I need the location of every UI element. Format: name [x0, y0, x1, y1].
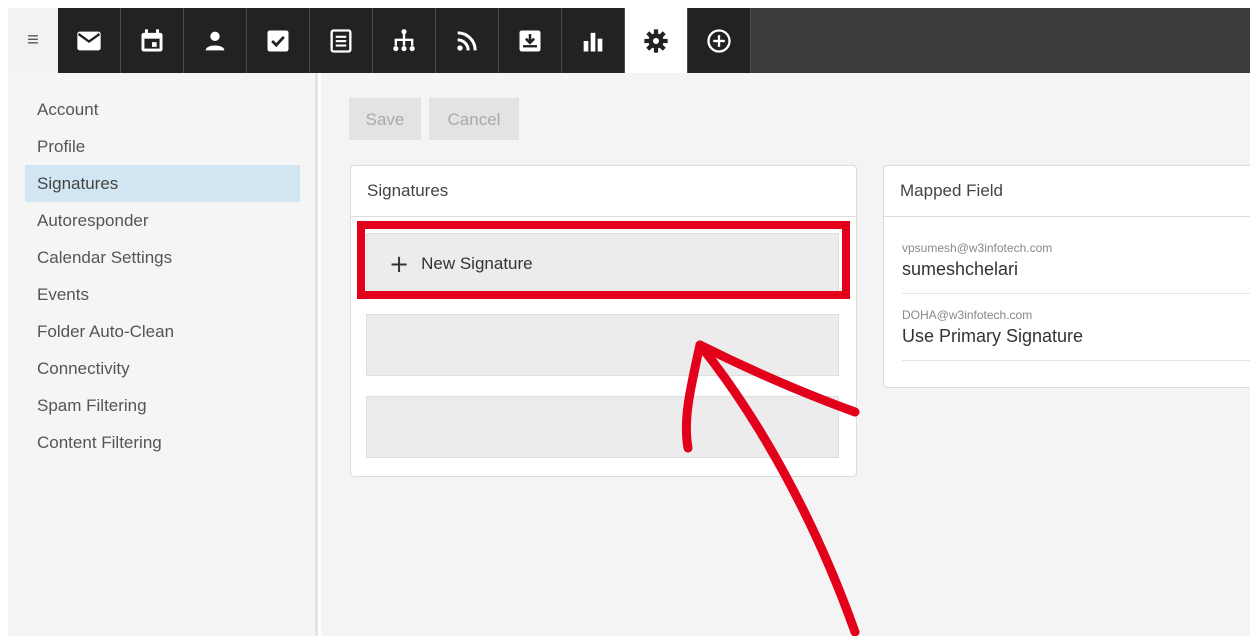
archive-icon [519, 30, 541, 51]
mapped-field-title: Mapped Field [884, 166, 1250, 217]
rss-tab[interactable] [436, 8, 499, 73]
mapped-value: sumeshchelari [902, 259, 1019, 279]
mapped-email: DOHA@w3infotech.com [902, 308, 1033, 322]
signature-slot[interactable] [366, 396, 839, 458]
main-content: Save Cancel Signatures + New Signature M… [321, 73, 1250, 636]
sidebar-item-connectivity[interactable]: Connectivity [25, 350, 300, 387]
sidebar-item-folder-auto-clean[interactable]: Folder Auto-Clean [25, 313, 300, 350]
sidebar-item-spam-filtering[interactable]: Spam Filtering [25, 387, 300, 424]
sidebar-item-content-filtering[interactable]: Content Filtering [25, 424, 300, 461]
contacts-tab[interactable] [184, 8, 247, 73]
add-tab[interactable] [688, 8, 751, 73]
mapped-email: vpsumesh@w3infotech.com [902, 241, 1053, 255]
tasks-tab[interactable] [247, 8, 310, 73]
signature-slot[interactable] [366, 314, 839, 376]
settings-icon [644, 28, 668, 53]
top-toolbar: ≡ [8, 8, 1250, 73]
mapped-field-panel: Mapped Field vpsumesh@w3infotech.com sum… [883, 165, 1250, 388]
sidebar-item-events[interactable]: Events [25, 276, 300, 313]
sidebar-item-signatures[interactable]: Signatures [25, 165, 300, 202]
save-button[interactable]: Save [349, 98, 421, 140]
mail-tab[interactable] [58, 8, 121, 73]
frame-top [0, 0, 1250, 8]
toolbar-spacer [751, 8, 1250, 73]
plus-icon: + [389, 250, 410, 278]
archive-tab[interactable] [499, 8, 562, 73]
tasks-icon [267, 30, 289, 51]
settings-sidebar: Account Profile Signatures Autoresponder… [8, 73, 318, 636]
mail-icon [77, 31, 101, 50]
calendar-tab[interactable] [121, 8, 184, 73]
new-signature-button[interactable]: + New Signature [366, 233, 839, 295]
new-signature-label: New Signature [421, 254, 533, 273]
settings-tab[interactable] [625, 8, 688, 73]
sidebar-item-account[interactable]: Account [25, 91, 300, 128]
sidebar-item-autoresponder[interactable]: Autoresponder [25, 202, 300, 239]
stats-tab[interactable] [562, 8, 625, 73]
mapped-row[interactable]: DOHA@w3infotech.com Use Primary Signatur… [902, 294, 1250, 361]
signatures-panel: Signatures + New Signature [350, 165, 857, 477]
contacts-icon [205, 31, 225, 50]
signatures-panel-title: Signatures [351, 166, 856, 217]
mapped-value: Use Primary Signature [902, 326, 1084, 346]
sidebar-item-calendar-settings[interactable]: Calendar Settings [25, 239, 300, 276]
menu-icon[interactable]: ≡ [8, 8, 58, 73]
cancel-button[interactable]: Cancel [429, 98, 519, 140]
notes-tab[interactable] [310, 8, 373, 73]
calendar-icon [141, 28, 163, 51]
rss-icon [457, 30, 477, 51]
frame-left [0, 0, 8, 636]
mapped-row[interactable]: vpsumesh@w3infotech.com sumeshchelari [902, 227, 1250, 294]
stats-icon [583, 32, 603, 51]
sidebar-item-profile[interactable]: Profile [25, 128, 300, 165]
add-circle-icon [707, 28, 731, 53]
notes-icon [330, 28, 352, 53]
sitemap-tab[interactable] [373, 8, 436, 73]
sitemap-icon [393, 28, 415, 51]
